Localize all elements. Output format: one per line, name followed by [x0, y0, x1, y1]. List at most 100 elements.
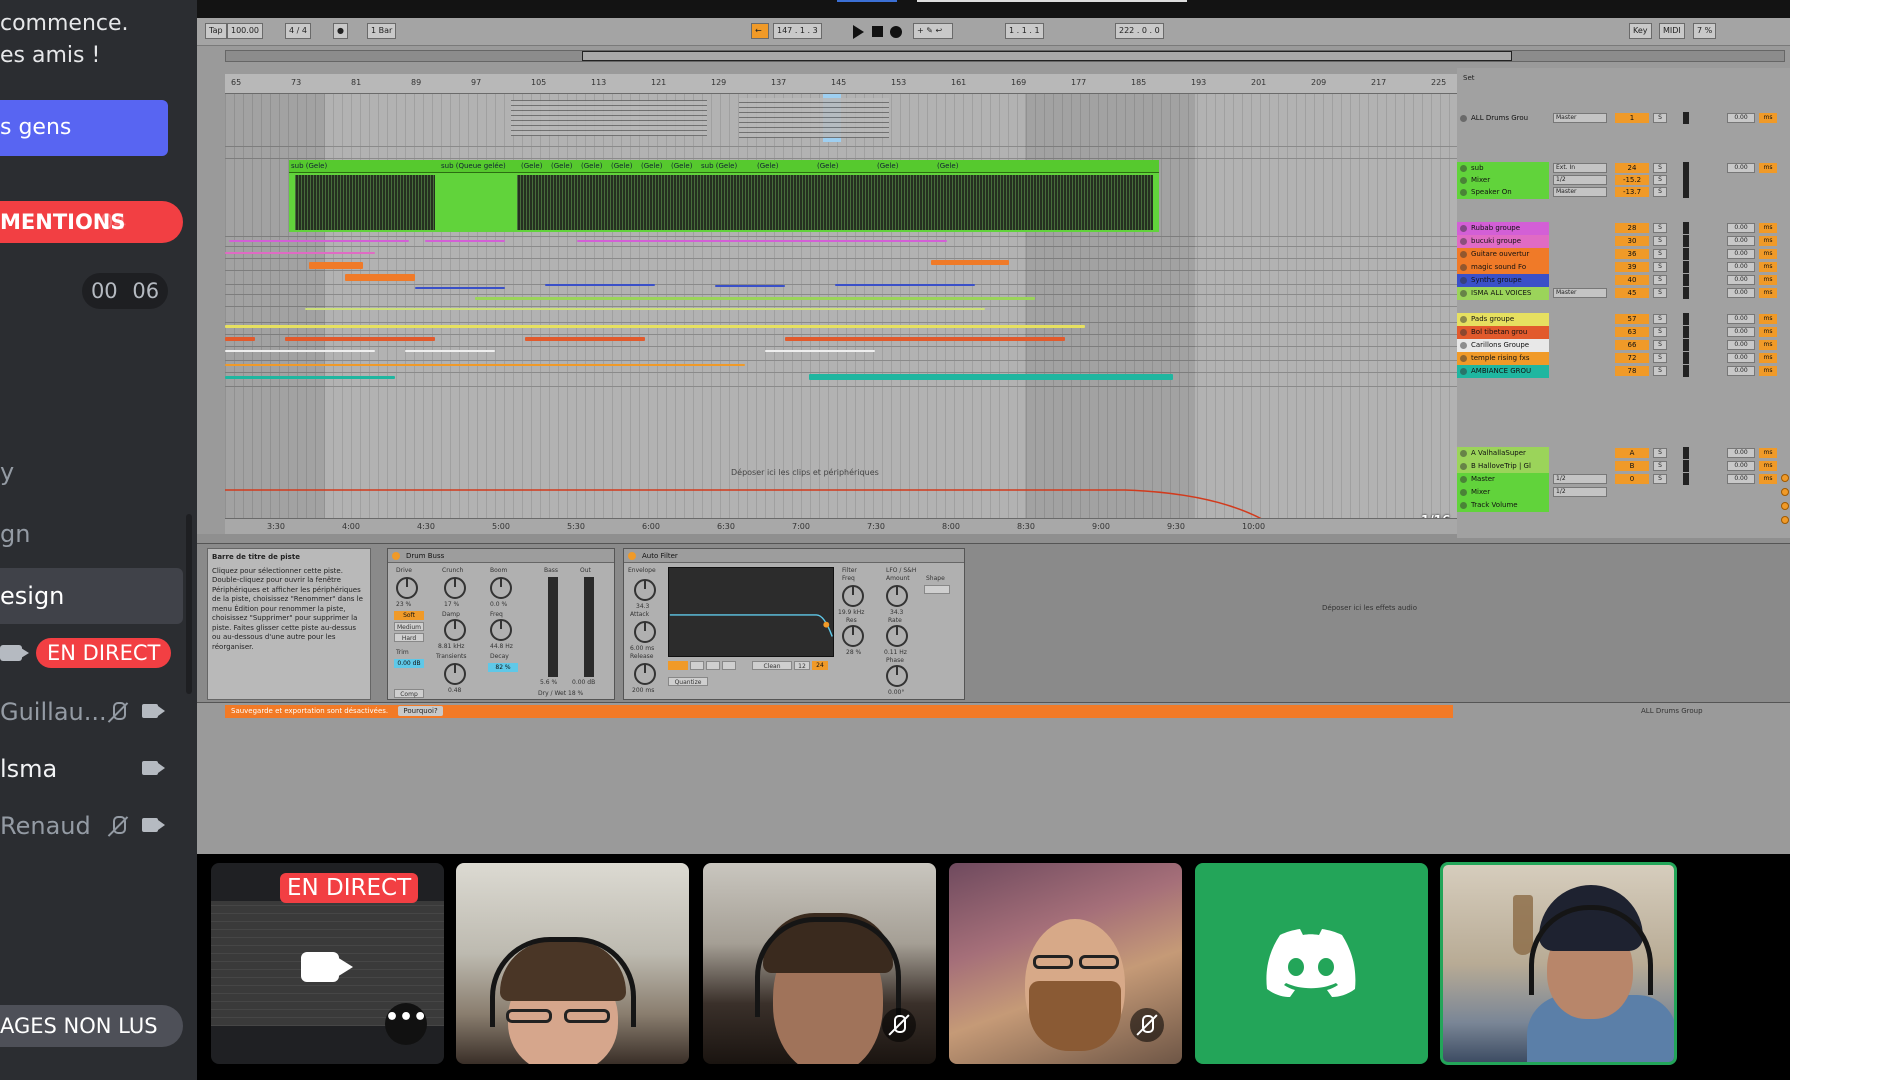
follow-toggle[interactable]: ← — [751, 23, 769, 39]
auto-filter-device[interactable]: Auto Filter Envelope 34.3 Attack 6.00 ms… — [623, 548, 965, 700]
mixer-track-row[interactable]: bucuki groupe 30 S 0.00 ms — [1457, 235, 1790, 249]
arrangement-overview[interactable] — [225, 50, 1785, 62]
track-activator-number[interactable]: -15.2 — [1615, 175, 1649, 185]
why-button[interactable]: Pourquoi? — [398, 706, 443, 716]
filter-type-lowpass[interactable] — [668, 661, 688, 670]
track-routing-menu[interactable]: 1/2 — [1553, 487, 1607, 497]
track-title-bar[interactable]: Bol tibetan grou — [1457, 326, 1549, 339]
mixer-track-row[interactable]: ALL Drums Grou Master 1 S 0.00 ms — [1457, 112, 1790, 126]
track-volume-field[interactable]: 0.00 — [1727, 113, 1755, 123]
filter-response-graph[interactable] — [668, 567, 834, 657]
loop-start-field[interactable]: 1 . 1 . 1 — [1005, 23, 1044, 39]
automation-curve[interactable] — [225, 94, 1457, 518]
stream-tile[interactable]: EN DIRECT ••• — [211, 863, 444, 1064]
key-map-button[interactable]: Key — [1629, 23, 1652, 39]
slope-24-button[interactable]: 24 — [812, 661, 828, 670]
solo-button[interactable]: S — [1653, 249, 1667, 259]
track-volume-field[interactable]: 0.00 — [1727, 314, 1755, 324]
mixer-track-row[interactable]: Rubab groupe 28 S 0.00 ms — [1457, 222, 1790, 236]
hard-button[interactable]: Hard — [394, 633, 424, 642]
solo-button[interactable]: S — [1653, 262, 1667, 272]
output-meter[interactable] — [584, 577, 594, 677]
participant-video-tile[interactable] — [703, 863, 936, 1064]
track-activator-number[interactable]: 78 — [1615, 366, 1649, 376]
lfo-shape-menu[interactable] — [924, 585, 950, 594]
time-ruler[interactable]: 3:30 4:00 4:30 5:00 5:30 6:00 6:30 7:00 7:30 8:00… — [225, 518, 1457, 534]
channel-item-1[interactable]: y — [0, 458, 14, 486]
mixer-track-row[interactable]: Speaker On Master -13.7 S — [1457, 186, 1790, 200]
attack-knob[interactable] — [634, 621, 656, 643]
solo-button[interactable]: S — [1653, 275, 1667, 285]
track-routing-menu[interactable]: Ext. In — [1553, 163, 1607, 173]
track-volume-field[interactable]: 0.00 — [1727, 163, 1755, 173]
solo-button[interactable]: S — [1653, 175, 1667, 185]
sidebar-scrollbar[interactable] — [186, 514, 192, 694]
track-volume-field[interactable]: 0.00 — [1727, 461, 1755, 471]
solo-button[interactable]: S — [1653, 448, 1667, 458]
tap-tempo-button[interactable]: Tap — [205, 23, 227, 39]
track-activator-number[interactable]: 63 — [1615, 327, 1649, 337]
track-activator-number[interactable]: A — [1615, 448, 1649, 458]
mixer-track-row[interactable]: temple rising fxs 72 S 0.00 ms — [1457, 352, 1790, 366]
track-delay-unit[interactable]: ms — [1759, 163, 1777, 173]
track-delay-unit[interactable]: ms — [1759, 461, 1777, 471]
participant-avatar-tile[interactable] — [1195, 863, 1428, 1064]
comp-button[interactable]: Comp — [394, 689, 424, 698]
track-title-bar[interactable]: Track Volume — [1457, 499, 1549, 512]
mixer-track-row[interactable]: Bol tibetan grou 63 S 0.00 ms — [1457, 326, 1790, 340]
track-activator-number[interactable]: 36 — [1615, 249, 1649, 259]
medium-button[interactable]: Medium — [394, 622, 424, 631]
track-title-bar[interactable]: Carillons Groupe — [1457, 339, 1549, 352]
track-title-bar[interactable]: AMBIANCE GROU — [1457, 365, 1549, 378]
track-volume-field[interactable]: 0.00 — [1727, 448, 1755, 458]
track-delay-unit[interactable]: ms — [1759, 223, 1777, 233]
track-activator-number[interactable]: -13.7 — [1615, 187, 1649, 197]
track-activator-number[interactable]: 40 — [1615, 275, 1649, 285]
midi-map-button[interactable]: MIDI — [1659, 23, 1685, 39]
track-volume-field[interactable]: 0.00 — [1727, 288, 1755, 298]
drum-buss-title[interactable]: Drum Buss — [388, 549, 614, 563]
track-routing-menu[interactable]: Master — [1553, 288, 1607, 298]
track-volume-field[interactable]: 0.00 — [1727, 353, 1755, 363]
freq-knob[interactable] — [490, 619, 512, 641]
damp-knob[interactable] — [444, 619, 466, 641]
transients-knob[interactable] — [444, 663, 466, 685]
track-title-bar[interactable]: A ValhallaSuper — [1457, 447, 1549, 460]
track-activator-number[interactable]: 0 — [1615, 474, 1649, 484]
mixer-return-row[interactable]: Master 1/2 0 S 0.00 ms — [1457, 473, 1790, 487]
track-delay-unit[interactable]: ms — [1759, 236, 1777, 246]
channel-item-active[interactable]: esign — [0, 568, 183, 624]
overdub-automation-buttons[interactable]: + ✎ ↩ — [913, 23, 953, 39]
solo-button[interactable]: S — [1653, 366, 1667, 376]
lfo-phase-knob[interactable] — [886, 665, 908, 687]
mixer-track-row[interactable]: ISMA ALL VOICES Master 45 S 0.00 ms — [1457, 287, 1790, 301]
track-routing-menu[interactable]: Master — [1553, 113, 1607, 123]
track-delay-unit[interactable]: ms — [1759, 288, 1777, 298]
trim-value-field[interactable]: 0.00 dB — [394, 659, 424, 668]
unread-messages-button[interactable]: AGES NON LUS — [0, 1005, 183, 1047]
solo-button[interactable]: S — [1653, 327, 1667, 337]
voice-channel-live-row[interactable]: EN DIRECT — [0, 636, 190, 670]
track-delay-unit[interactable]: ms — [1759, 275, 1777, 285]
release-knob[interactable] — [634, 663, 656, 685]
circuit-menu[interactable]: Clean — [752, 661, 792, 670]
participant-video-tile[interactable] — [456, 863, 689, 1064]
track-title-bar[interactable]: Synths groupe — [1457, 274, 1549, 287]
track-delay-unit[interactable]: ms — [1759, 314, 1777, 324]
quantize-toggle[interactable]: Quantize — [668, 677, 708, 686]
solo-button[interactable]: S — [1653, 353, 1667, 363]
track-title-bar[interactable]: Rubab groupe — [1457, 222, 1549, 235]
participant-video-tile-speaking[interactable] — [1440, 862, 1677, 1065]
metronome-toggle[interactable]: ● — [333, 23, 348, 39]
track-title-bar[interactable]: bucuki groupe — [1457, 235, 1549, 248]
participant-video-tile[interactable] — [949, 863, 1182, 1064]
solo-button[interactable]: S — [1653, 340, 1667, 350]
track-volume-field[interactable]: 0.00 — [1727, 327, 1755, 337]
channel-item-2[interactable]: gn — [0, 520, 30, 548]
filter-type-button[interactable] — [706, 661, 720, 670]
track-volume-field[interactable]: 0.00 — [1727, 262, 1755, 272]
filter-type-button[interactable] — [722, 661, 736, 670]
overview-window[interactable] — [582, 51, 1512, 61]
stop-icon[interactable] — [872, 26, 883, 37]
time-signature-field[interactable]: 4 / 4 — [285, 23, 311, 39]
